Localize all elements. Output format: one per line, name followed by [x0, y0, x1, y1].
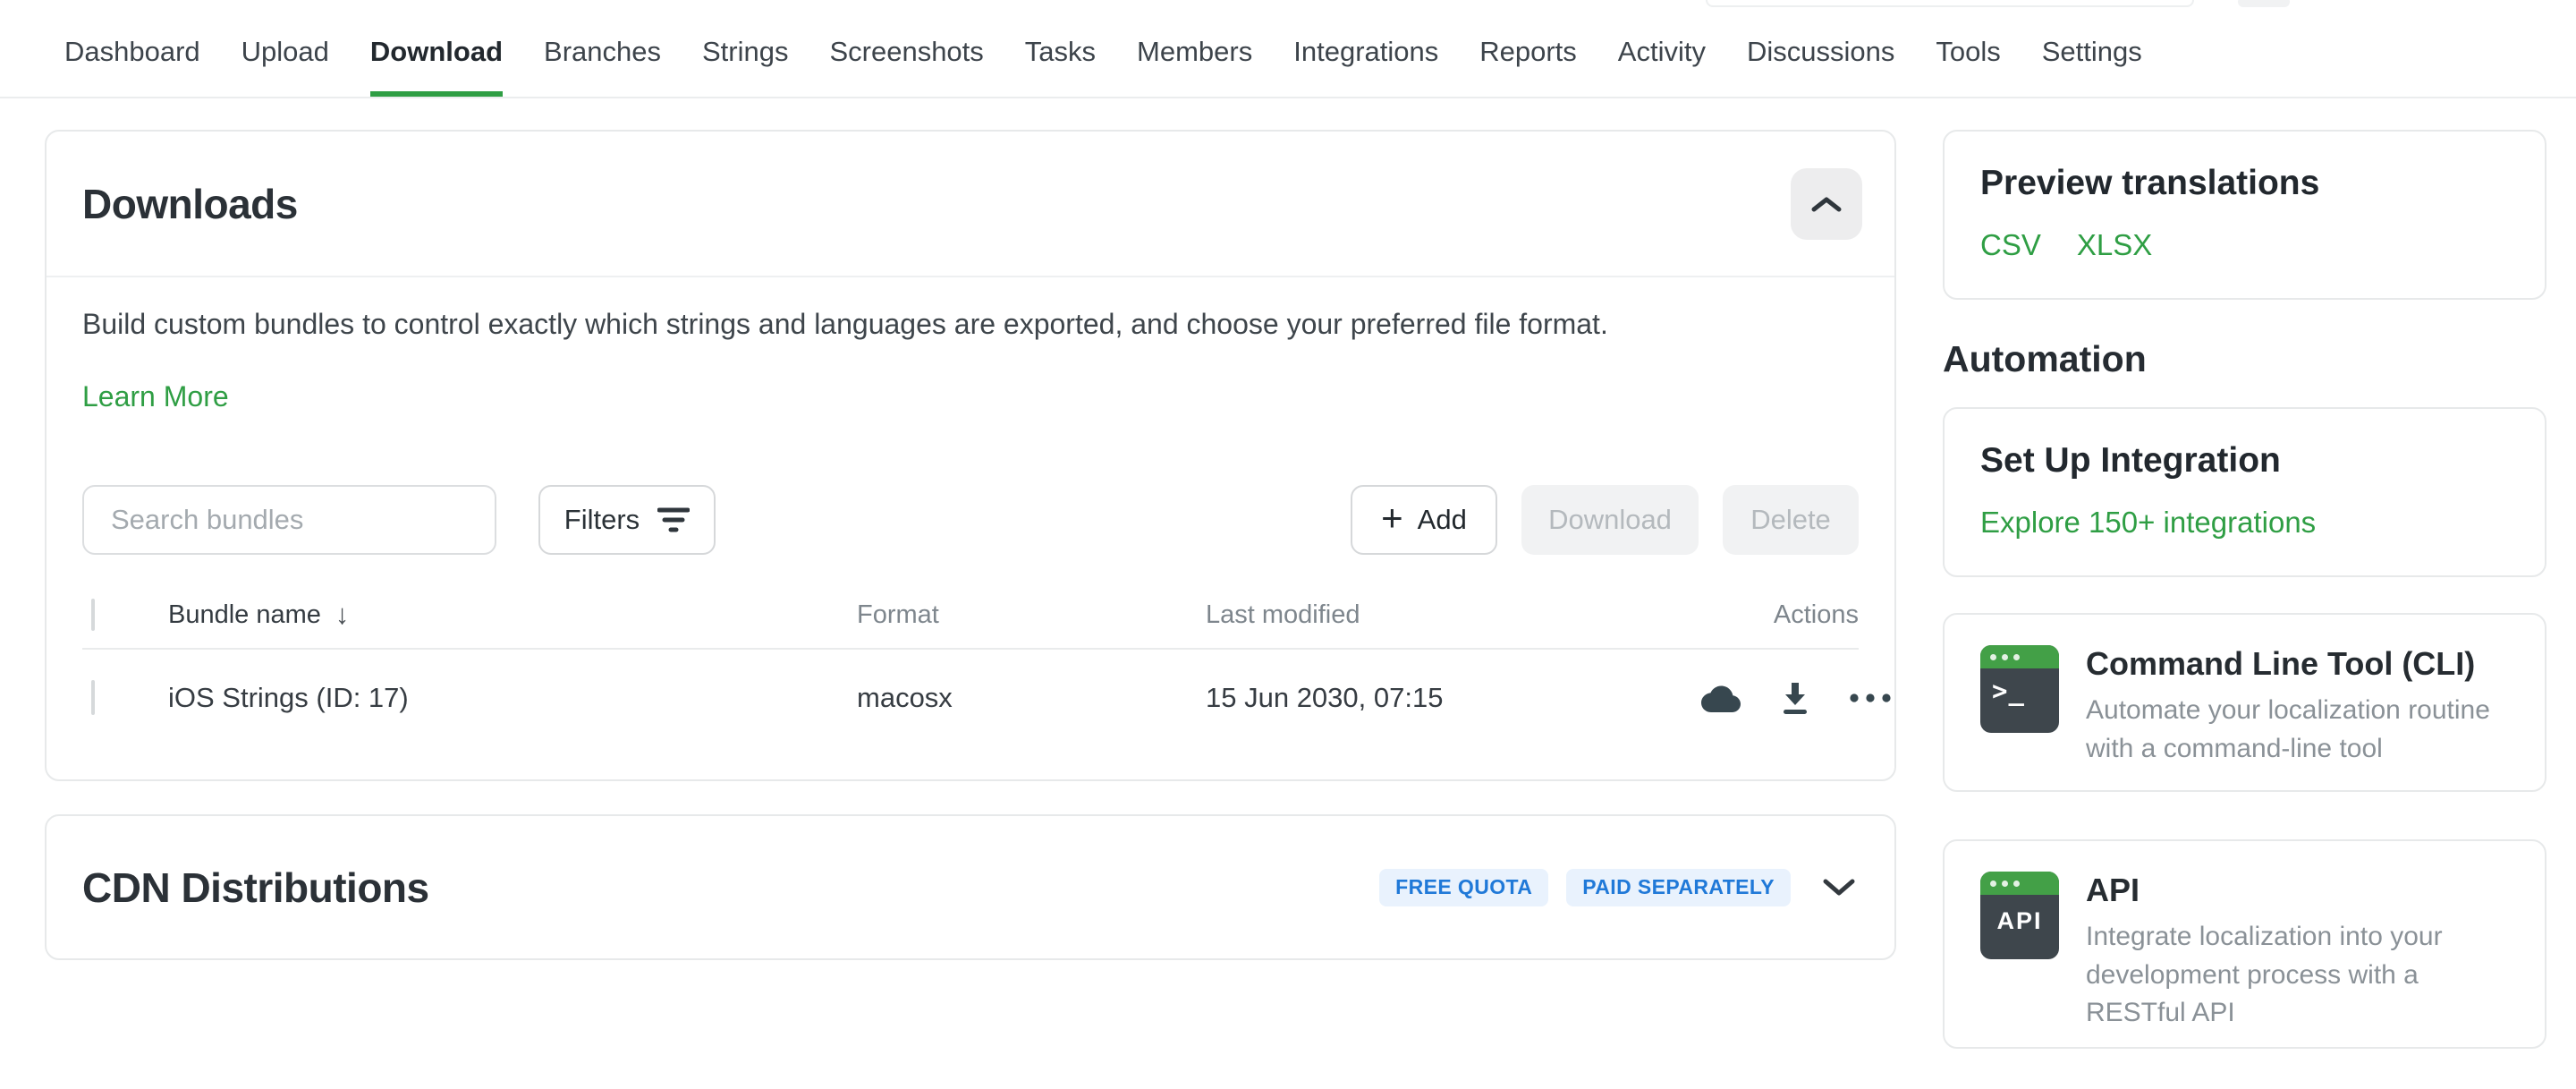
add-bundle-button[interactable]: + Add [1351, 485, 1497, 555]
nav-tab-reports[interactable]: Reports [1479, 36, 1577, 97]
nav-tab-members[interactable]: Members [1137, 36, 1252, 97]
nav-tab-branches[interactable]: Branches [544, 36, 661, 97]
bundles-table: Bundle name ↓ Format Last modified Actio… [82, 582, 1859, 746]
collapse-panel-button[interactable] [1791, 168, 1862, 240]
add-button-label: Add [1418, 504, 1467, 536]
nav-tab-strings[interactable]: Strings [702, 36, 788, 97]
api-icon: API [1980, 872, 2059, 959]
window-dot-icon [2013, 881, 2020, 887]
api-card[interactable]: API API Integrate localization into your… [1943, 839, 2546, 1049]
cdn-distributions-panel: CDN Distributions FREE QUOTA PAID SEPARA… [45, 814, 1896, 960]
api-card-content: API Integrate localization into your dev… [2086, 872, 2512, 1047]
window-dot-icon [2002, 881, 2008, 887]
downloads-panel: Downloads Build custom bundles to contro… [45, 130, 1896, 781]
bundle-format-cell: macosx [857, 682, 1206, 714]
preview-translations-title: Preview translations [1980, 164, 2509, 203]
top-navigation-bar: Dashboard Upload Download Branches Strin… [0, 0, 2576, 98]
window-dot-icon [1990, 881, 1996, 887]
cdn-badges: FREE QUOTA PAID SEPARATELY [1379, 869, 1791, 906]
nav-tab-tasks[interactable]: Tasks [1025, 36, 1096, 97]
api-icon-titlebar [1980, 872, 2059, 895]
cli-card-title: Command Line Tool (CLI) [2086, 645, 2512, 683]
api-card-description: Integrate localization into your develop… [2086, 918, 2512, 1033]
filters-button[interactable]: Filters [538, 485, 716, 555]
downloads-title: Downloads [82, 180, 298, 228]
bundle-modified-cell: 15 Jun 2030, 07:15 [1206, 682, 1701, 714]
preview-links: CSV XLSX [1980, 228, 2509, 262]
paid-separately-badge: PAID SEPARATELY [1566, 869, 1791, 906]
filters-button-label: Filters [564, 504, 640, 536]
cloud-build-icon[interactable] [1701, 685, 1741, 712]
nav-tab-upload[interactable]: Upload [242, 36, 329, 97]
csv-link[interactable]: CSV [1980, 228, 2041, 262]
learn-more-link[interactable]: Learn More [82, 380, 229, 413]
window-dot-icon [2013, 654, 2020, 660]
filter-icon [657, 506, 690, 533]
cutoff-search-bar [1706, 0, 2194, 7]
column-header-bundle-name[interactable]: Bundle name ↓ [168, 599, 857, 631]
window-dot-icon [2002, 654, 2008, 660]
bundles-table-header: Bundle name ↓ Format Last modified Actio… [82, 582, 1859, 650]
download-bundle-icon[interactable] [1780, 681, 1810, 715]
terminal-icon: >_ [1980, 645, 2059, 733]
bundles-toolbar: Filters + Add Download Delete [82, 485, 1859, 555]
nav-tab-screenshots[interactable]: Screenshots [829, 36, 983, 97]
cutoff-toolbar-item [2238, 0, 2290, 7]
cli-card-content: Command Line Tool (CLI) Automate your lo… [2086, 645, 2512, 790]
downloads-description: Build custom bundles to control exactly … [82, 308, 1859, 341]
set-up-integration-title: Set Up Integration [1980, 441, 2509, 481]
cdn-distributions-title: CDN Distributions [82, 864, 429, 912]
api-icon-label: API [1980, 907, 2059, 935]
bundle-name-header-label: Bundle name [168, 600, 321, 630]
column-header-format: Format [857, 600, 1206, 630]
cli-card-description: Automate your localization routine with … [2086, 692, 2512, 768]
downloads-panel-body: Build custom bundles to control exactly … [47, 308, 1894, 746]
nav-tab-integrations[interactable]: Integrations [1293, 36, 1438, 97]
project-nav: Dashboard Upload Download Branches Strin… [64, 36, 2142, 97]
cli-tool-card[interactable]: >_ Command Line Tool (CLI) Automate your… [1943, 613, 2546, 792]
row-actions [1701, 681, 1891, 715]
more-actions-icon[interactable] [1850, 693, 1891, 702]
terminal-icon-titlebar [1980, 645, 2059, 668]
bundle-name-cell: iOS Strings (ID: 17) [168, 682, 857, 714]
downloads-panel-header: Downloads [47, 132, 1894, 277]
download-selected-button[interactable]: Download [1521, 485, 1699, 555]
api-card-title: API [2086, 872, 2512, 909]
column-header-actions: Actions [1774, 600, 1859, 630]
select-all-checkbox[interactable] [91, 599, 95, 631]
column-header-last-modified: Last modified [1206, 600, 1701, 630]
nav-tab-activity[interactable]: Activity [1618, 36, 1706, 97]
nav-tab-tools[interactable]: Tools [1936, 36, 2000, 97]
nav-tab-settings[interactable]: Settings [2042, 36, 2142, 97]
delete-selected-button[interactable]: Delete [1723, 485, 1859, 555]
window-dot-icon [1990, 654, 1996, 660]
nav-tab-dashboard[interactable]: Dashboard [64, 36, 200, 97]
plus-icon: + [1381, 499, 1403, 537]
nav-tab-discussions[interactable]: Discussions [1747, 36, 1894, 97]
xlsx-link[interactable]: XLSX [2077, 228, 2152, 262]
row-checkbox[interactable] [91, 680, 95, 715]
terminal-prompt-glyph: >_ [1992, 676, 2025, 706]
automation-section-heading: Automation [1943, 338, 2147, 380]
chevron-up-icon [1811, 196, 1842, 212]
sort-descending-icon: ↓ [335, 599, 350, 631]
preview-translations-card: Preview translations CSV XLSX [1943, 130, 2546, 300]
explore-integrations-link[interactable]: Explore 150+ integrations [1980, 506, 2316, 540]
set-up-integration-card: Set Up Integration Explore 150+ integrat… [1943, 407, 2546, 577]
table-row: iOS Strings (ID: 17) macosx 15 Jun 2030,… [82, 650, 1859, 746]
free-quota-badge: FREE QUOTA [1379, 869, 1548, 906]
search-bundles-input[interactable] [82, 485, 496, 555]
nav-tab-download[interactable]: Download [370, 36, 503, 97]
expand-panel-button[interactable] [1823, 879, 1855, 897]
